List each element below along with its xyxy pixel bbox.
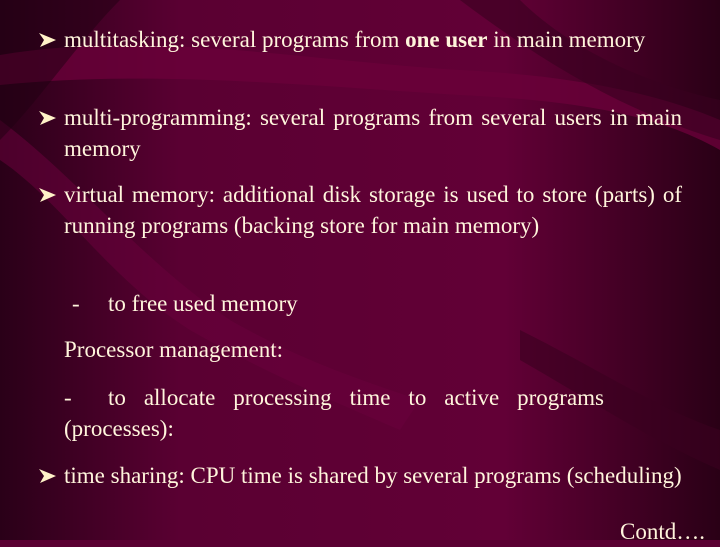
sub-item-text: to free used memory: [108, 291, 298, 316]
section-heading-processor-management: Processor management:: [64, 337, 284, 362]
continued-label: Contd….: [620, 519, 705, 544]
sub-item-free-memory: - to free used memory: [72, 288, 298, 319]
bold-word-one: one: [405, 27, 440, 52]
bullet-text: time sharing: CPU time is shared by seve…: [64, 463, 682, 488]
arrowhead-bullet-icon: [39, 111, 56, 125]
arrowhead-bullet-icon: [39, 188, 56, 202]
sub-item-allocate: - to allocate processing time to active p…: [64, 382, 604, 444]
slide: multitasking: several programs from one …: [0, 0, 720, 544]
bullet-multitasking: multitasking: several programs from one …: [39, 24, 682, 55]
bullet-virtual-memory: virtual memory: additional disk storage …: [39, 179, 682, 241]
bullet-time-sharing: time sharing: CPU time is shared by seve…: [39, 460, 682, 491]
bullet-text: multi-programming: several programs from…: [64, 105, 682, 161]
bold-word-user: user: [445, 27, 488, 52]
dash-marker: -: [72, 291, 80, 316]
dash-marker: -: [64, 385, 72, 410]
bullet-text: in main memory: [487, 27, 646, 52]
bullet-multi-programming: multi-programming: several programs from…: [39, 102, 682, 164]
arrowhead-bullet-icon: [39, 33, 56, 47]
bullet-text: virtual memory: additional disk storage …: [64, 182, 682, 238]
sub-item-text: to allocate processing time to active pr…: [64, 385, 604, 441]
arrowhead-bullet-icon: [39, 469, 56, 483]
bullet-text: multitasking: several programs from: [64, 27, 406, 52]
